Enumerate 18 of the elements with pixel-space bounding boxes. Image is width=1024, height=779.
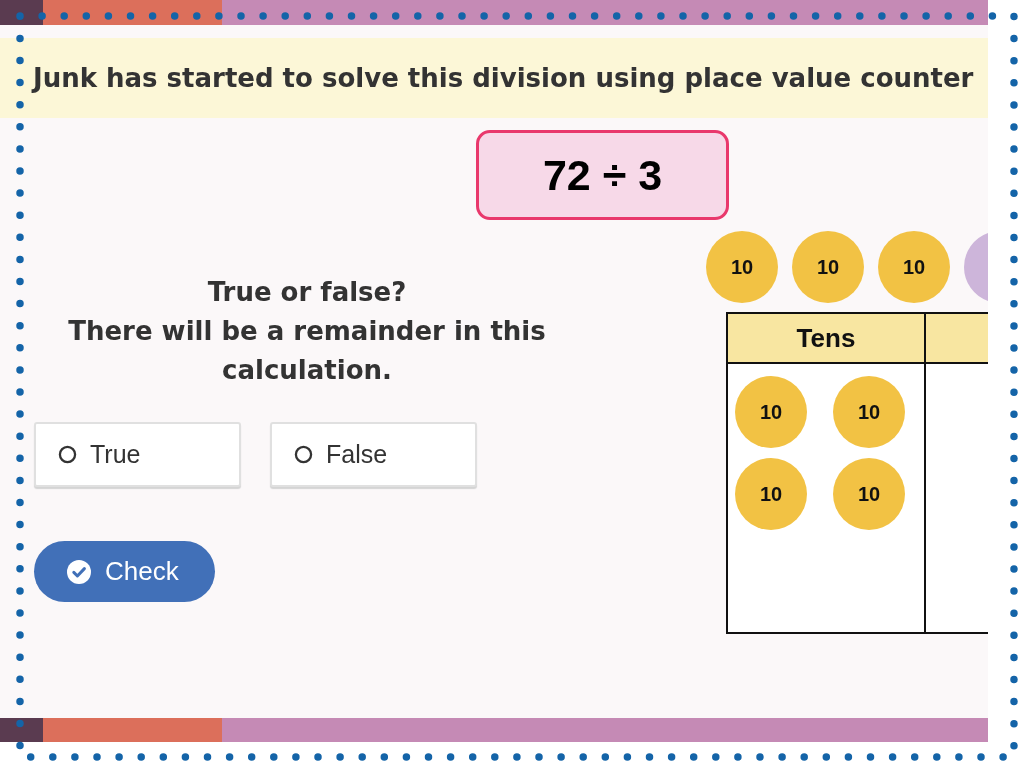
place-value-counter: 10 bbox=[878, 231, 950, 303]
place-value-counter: 10 bbox=[792, 231, 864, 303]
place-value-counter: 10 bbox=[735, 458, 807, 530]
place-value-counter: 10 bbox=[735, 376, 807, 448]
radio-icon bbox=[294, 445, 313, 464]
place-value-counter: 10 bbox=[833, 376, 905, 448]
place-value-counter: 10 bbox=[706, 231, 778, 303]
place-value-counter: 10 bbox=[833, 458, 905, 530]
expression-card: 72 ÷ 3 bbox=[476, 130, 729, 220]
headline-text: Junk has started to solve this division using place value counter bbox=[33, 63, 974, 93]
question-prompt: True or false? bbox=[206, 276, 408, 309]
column-heading: Tens bbox=[728, 314, 924, 364]
check-circle-icon bbox=[67, 559, 91, 584]
question-statement: There will be a remainder in this calculation. bbox=[67, 315, 547, 387]
radio-icon bbox=[58, 445, 77, 464]
check-button[interactable]: Check bbox=[34, 541, 215, 602]
answer-option[interactable]: True bbox=[34, 422, 241, 487]
answer-option[interactable]: False bbox=[270, 422, 477, 487]
